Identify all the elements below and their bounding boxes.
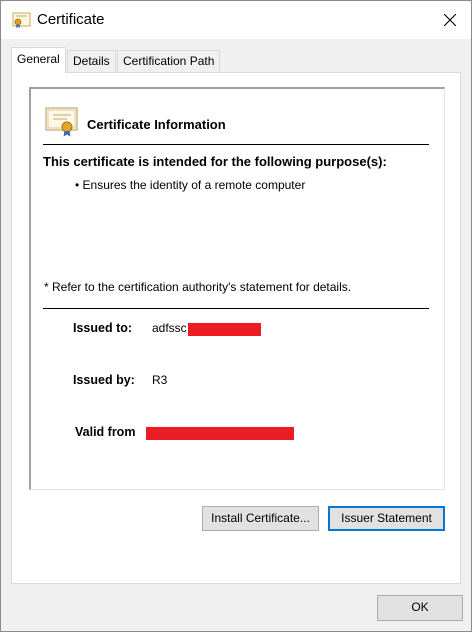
title-bar: Certificate — [1, 1, 471, 39]
tab-general[interactable]: General — [11, 47, 66, 73]
valid-from-redaction — [146, 427, 294, 440]
tab-certification-path[interactable]: Certification Path — [117, 50, 221, 72]
certificate-info-frame: Certificate Information This certificate… — [29, 87, 445, 490]
window-title: Certificate — [37, 11, 105, 28]
install-certificate-button[interactable]: Install Certificate... — [202, 506, 319, 531]
issued-by-label: Issued by: — [73, 373, 135, 387]
certificate-icon — [12, 11, 32, 29]
tab-details[interactable]: Details — [67, 50, 116, 72]
issued-by-value: R3 — [152, 373, 168, 387]
valid-from-label: Valid from — [75, 425, 136, 439]
issued-to-value: adfssc — [152, 321, 187, 335]
close-button[interactable] — [433, 5, 467, 35]
purpose-heading: This certificate is intended for the fol… — [43, 154, 387, 169]
certificate-icon — [45, 107, 79, 137]
issued-to-redaction — [188, 323, 261, 336]
refer-note: * Refer to the certification authority's… — [44, 280, 352, 294]
issuer-statement-button[interactable]: Issuer Statement — [328, 506, 445, 531]
details-divider — [43, 308, 429, 309]
close-icon — [444, 14, 456, 26]
certificate-dialog: Certificate General Details Certificatio… — [0, 0, 472, 632]
issued-to-label: Issued to: — [73, 321, 133, 335]
heading-divider — [43, 144, 429, 145]
purpose-list-item: • Ensures the identity of a remote compu… — [75, 178, 306, 192]
general-tab-panel: Certificate Information This certificate… — [11, 72, 461, 584]
tab-details-label: Details — [73, 54, 110, 68]
tab-general-label: General — [17, 52, 60, 66]
tab-certification-path-label: Certification Path — [123, 54, 215, 68]
certificate-info-heading: Certificate Information — [87, 117, 226, 132]
ok-button[interactable]: OK — [377, 595, 463, 621]
